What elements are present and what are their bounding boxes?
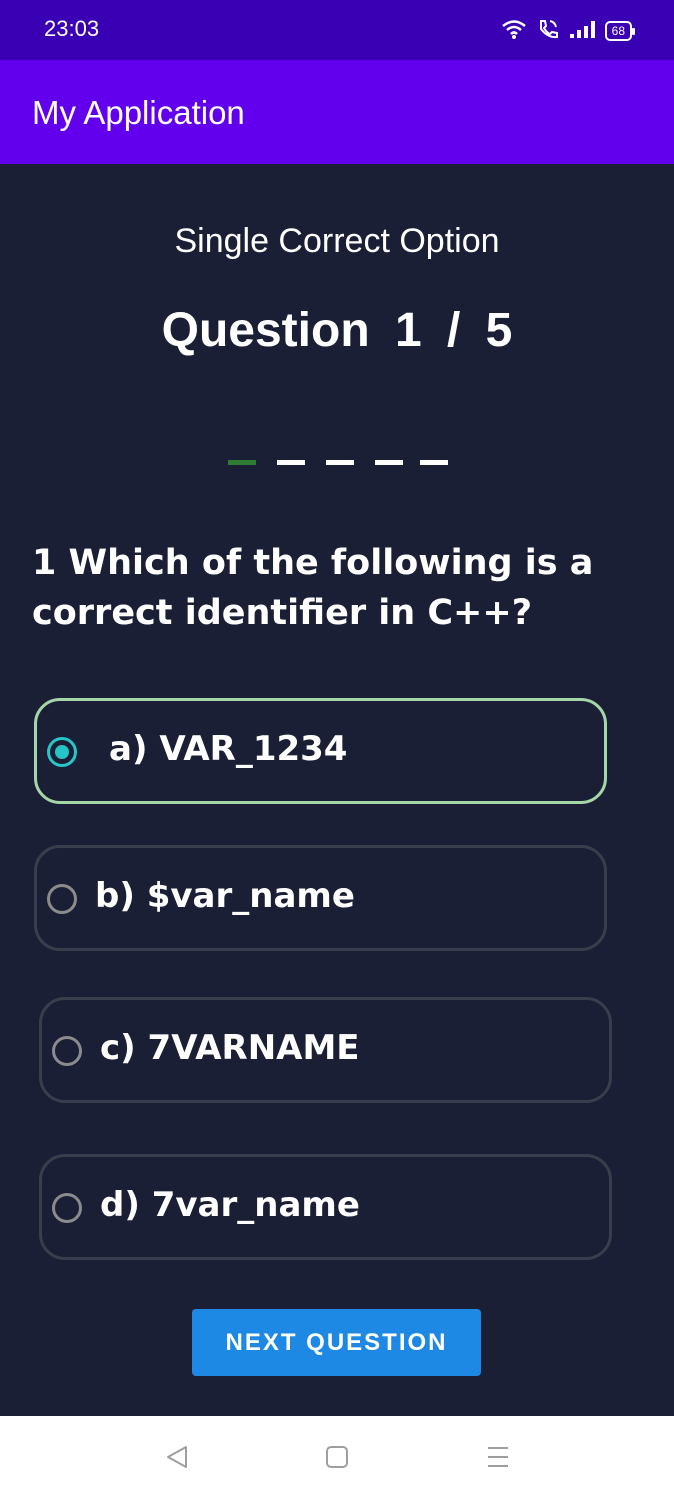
wifi-icon [501,18,527,44]
option-d[interactable]: d) 7var_name [39,1154,612,1260]
app-title: My Application [32,94,245,131]
status-icons: 68 [501,18,636,44]
radio-button[interactable] [47,884,77,914]
progress-dash [277,460,305,465]
question-counter: Question 1 / 5 [161,304,513,357]
progress-dash [326,460,354,465]
app-bar: My Application [0,60,674,164]
home-icon[interactable] [322,1442,352,1472]
question-progress [228,460,448,465]
radio-button[interactable] [52,1193,82,1223]
option-label: c) 7VARNAME [100,1028,360,1068]
quiz-subtitle: Single Correct Option [174,222,500,260]
option-c[interactable]: c) 7VARNAME [39,997,612,1103]
option-a[interactable]: a) VAR_1234 [34,698,607,804]
progress-dash [228,460,256,465]
battery-icon: 68 [604,21,636,41]
radio-button[interactable] [47,737,77,767]
option-label: a) VAR_1234 [109,729,348,769]
progress-dash [375,460,403,465]
status-time: 23:03 [44,16,100,41]
next-question-button[interactable]: NEXT QUESTION [192,1309,481,1376]
signal-icon [569,19,595,43]
question-text: 1 Which of the following is a correct id… [32,543,594,633]
menu-icon[interactable] [483,1442,513,1472]
option-b[interactable]: b) $var_name [34,845,607,951]
option-label: d) 7var_name [100,1185,360,1225]
progress-dash [420,460,448,465]
navigation-bar [0,1416,674,1498]
wifi-calling-icon [537,18,559,44]
option-label: b) $var_name [95,876,355,916]
status-bar: 23:03 68 [0,0,674,60]
radio-button[interactable] [52,1036,82,1066]
back-icon[interactable] [162,1442,192,1472]
